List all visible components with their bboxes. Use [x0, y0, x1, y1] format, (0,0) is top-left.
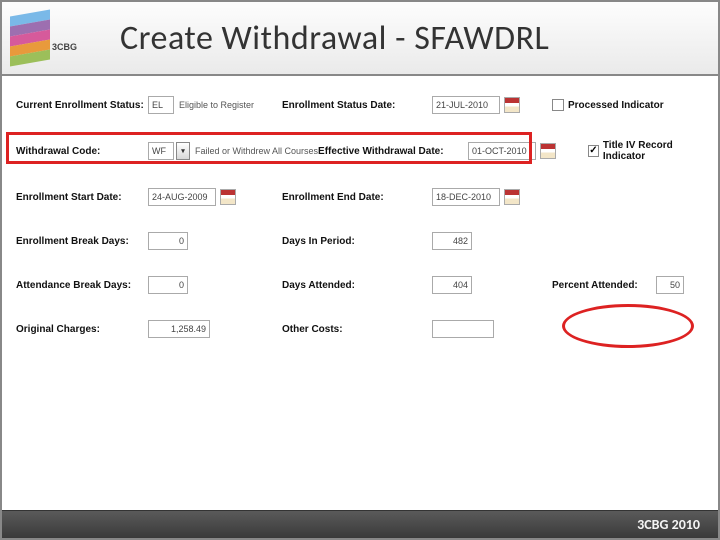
label-enrollment-status-date: Enrollment Status Date:: [282, 100, 432, 111]
label-enrollment-start-date: Enrollment Start Date:: [16, 192, 148, 203]
original-charges[interactable]: 1,258.49: [148, 320, 210, 338]
highlight-percent-attended: [562, 304, 694, 348]
logo: 3CBG: [10, 8, 90, 68]
page-title: Create Withdrawal - SFAWDRL: [120, 18, 549, 59]
attendance-break-days[interactable]: 0: [148, 276, 188, 294]
label-days-in-period: Days In Period:: [282, 236, 432, 247]
flag-icon: [10, 13, 50, 63]
slide: 3CBG Create Withdrawal - SFAWDRL Current…: [0, 0, 720, 540]
processed-indicator-checkbox[interactable]: [552, 99, 564, 111]
header-bar: 3CBG Create Withdrawal - SFAWDRL: [2, 2, 718, 76]
row-enrollment-status: Current Enrollment Status: EL Eligible t…: [16, 96, 704, 114]
highlight-withdrawal-row: [6, 132, 532, 164]
calendar-icon[interactable]: [220, 189, 236, 205]
label-days-attended: Days Attended:: [282, 280, 432, 291]
logo-text: 3CBG: [52, 42, 77, 52]
processed-indicator-label: Processed Indicator: [568, 100, 664, 111]
enrollment-status-desc: Eligible to Register: [179, 100, 254, 110]
calendar-icon[interactable]: [540, 143, 556, 159]
days-in-period[interactable]: 482: [432, 232, 472, 250]
row-break-period: Enrollment Break Days: 0 Days In Period:…: [16, 232, 704, 250]
label-attendance-break-days: Attendance Break Days:: [16, 280, 148, 291]
enrollment-break-days[interactable]: 0: [148, 232, 188, 250]
label-enrollment-end-date: Enrollment End Date:: [282, 192, 432, 203]
footer-bar: 3CBG 2010: [2, 510, 718, 538]
calendar-icon[interactable]: [504, 189, 520, 205]
calendar-icon[interactable]: [504, 97, 520, 113]
days-attended[interactable]: 404: [432, 276, 472, 294]
enrollment-status-date[interactable]: 21-JUL-2010: [432, 96, 500, 114]
label-current-enrollment-status: Current Enrollment Status:: [16, 100, 148, 111]
percent-attended[interactable]: 50: [656, 276, 684, 294]
title-iv-checkbox[interactable]: [588, 145, 599, 157]
label-enrollment-break-days: Enrollment Break Days:: [16, 236, 148, 247]
label-original-charges: Original Charges:: [16, 324, 148, 335]
label-percent-attended: Percent Attended:: [552, 280, 652, 291]
footer-text: 3CBG 2010: [637, 516, 700, 533]
other-costs[interactable]: [432, 320, 494, 338]
title-iv-label: Title IV Record Indicator: [603, 140, 704, 162]
row-attendance: Attendance Break Days: 0 Days Attended: …: [16, 276, 704, 294]
enrollment-status-code[interactable]: EL: [148, 96, 174, 114]
enrollment-end-date[interactable]: 18-DEC-2010: [432, 188, 500, 206]
row-enrollment-dates: Enrollment Start Date: 24-AUG-2009 Enrol…: [16, 188, 704, 206]
label-other-costs: Other Costs:: [282, 324, 432, 335]
form-area: Current Enrollment Status: EL Eligible t…: [2, 76, 718, 374]
enrollment-start-date[interactable]: 24-AUG-2009: [148, 188, 216, 206]
